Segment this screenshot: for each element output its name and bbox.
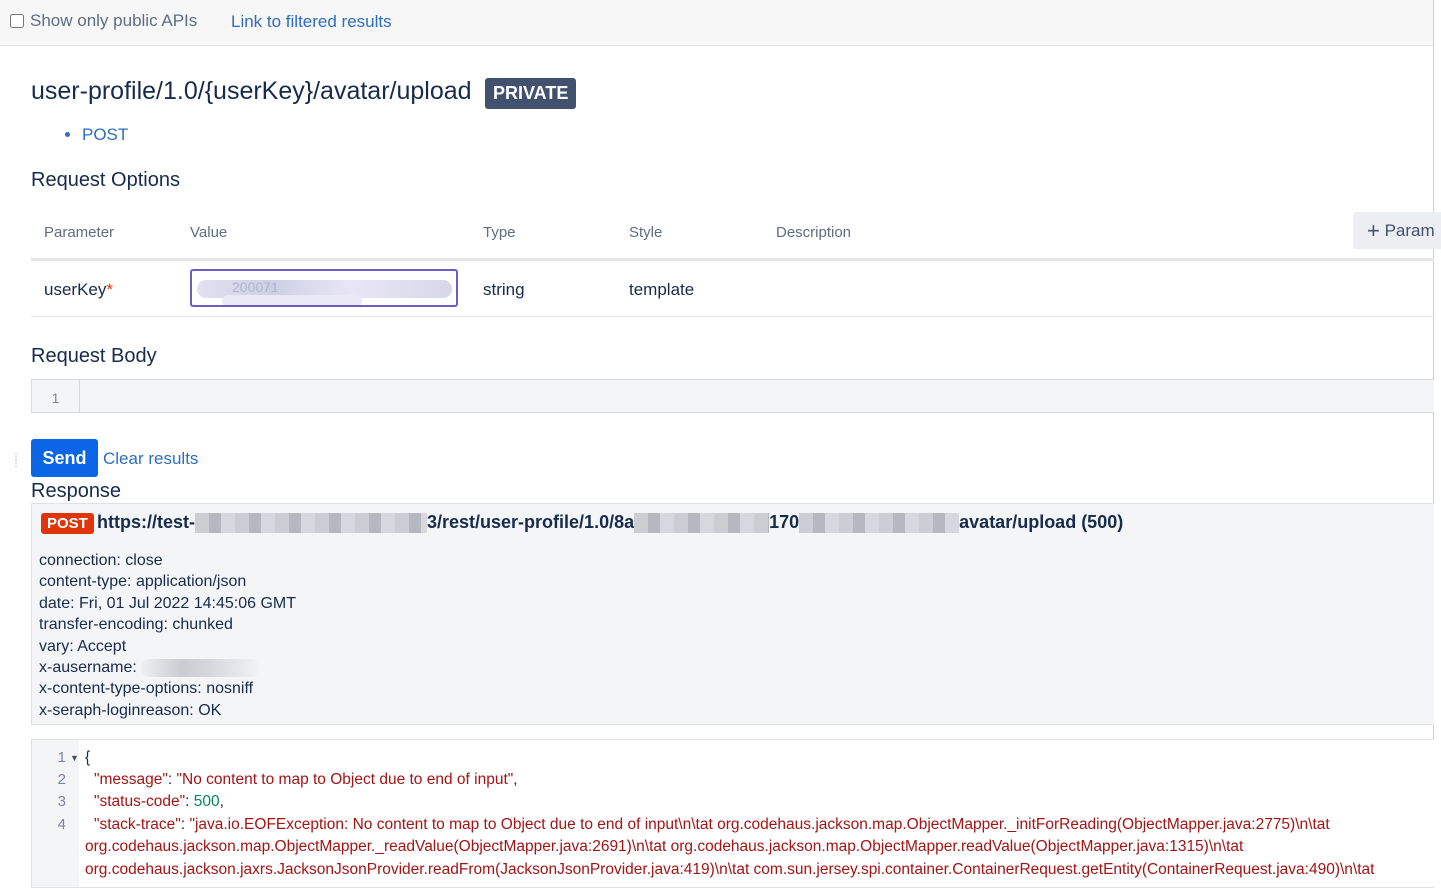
private-badge: PRIVATE [485,78,577,109]
public-apis-filter[interactable]: Show only public APIs [10,11,197,31]
redacted-segment [195,513,427,534]
col-type: Type [483,224,516,241]
add-param-button[interactable]: + Param [1353,212,1441,249]
code-line: org.codehaus.jackson.jaxrs.JacksonJsonPr… [85,861,1375,878]
header-line: content-type: application/json [39,573,247,591]
code-line: "message": "No content to map to Object … [94,771,518,788]
filter-bar: Show only public APIs Link to filtered r… [0,0,1434,46]
redacted-username [141,658,260,677]
method-badge: POST [41,513,94,534]
header-line: x-seraph-loginreason: OK [39,701,222,719]
table-row: userKey* 200071 string template [31,261,1434,317]
code-line: "stack-trace": "java.io.EOFException: No… [94,816,1330,833]
code-line: org.codehaus.jackson.map.ObjectMapper._r… [85,838,1244,855]
redacted-segment [799,513,960,534]
endpoint-path: user-profile/1.0/{userKey}/avatar/upload [31,77,472,105]
response-headers: connection: close content-type: applicat… [39,550,296,721]
header-line: x-ausername: [39,657,296,678]
userkey-value-text: 200071 [232,279,279,295]
param-name: userKey* [44,280,113,299]
param-type: string [483,280,525,299]
fold-arrow-icon[interactable]: ▼ [70,753,79,763]
response-url: https://test- 3/rest/user-profile/1.0/8a 1… [97,512,1124,534]
line-number: 1 [57,749,66,766]
col-parameter: Parameter [44,224,115,241]
header-line: vary: Accept [39,637,127,655]
response-summary: POST https://test- 3/rest/user-profile/1.… [31,503,1434,725]
filtered-results-link[interactable]: Link to filtered results [231,12,392,32]
param-style: template [629,280,695,299]
add-param-label: Param [1384,221,1435,240]
col-style: Style [629,224,663,241]
line-number: 1 [32,380,80,412]
public-apis-checkbox[interactable] [10,14,24,28]
header-line: transfer-encoding: chunked [39,616,233,634]
public-apis-label: Show only public APIs [30,11,198,30]
method-post-link[interactable]: POST [82,125,128,144]
plus-icon: + [1367,218,1380,243]
userkey-value-input[interactable]: 200071 [190,269,458,307]
request-options-heading: Request Options [31,169,180,191]
scrollbar[interactable] [1433,0,1441,888]
header-line: x-content-type-options: nosniff [39,680,254,698]
params-table-header: Parameter Value Type Style Description [31,218,1434,261]
required-mark: * [106,280,113,299]
code-line: { [85,749,91,766]
send-button[interactable]: Send [31,439,98,477]
code-line: "status-code": 500, [94,793,224,810]
method-item: POST [82,125,128,145]
col-value: Value [190,224,228,241]
line-gutter: 1 ▼ 2 3 4 [32,740,79,887]
method-list: POST [60,125,128,145]
header-line: connection: close [39,552,163,569]
line-number: 4 [57,816,66,833]
col-description: Description [776,224,852,241]
response-body-editor[interactable]: 1 ▼ 2 3 4 { "message": "No content to ma… [31,739,1434,888]
line-number: 3 [57,793,66,810]
request-body-heading: Request Body [31,345,157,367]
header-line: date: Fri, 01 Jul 2022 14:45:06 GMT [39,594,297,612]
line-number: 2 [57,771,66,788]
request-body-editor[interactable]: 1 [31,379,1434,413]
redacted-segment [634,513,770,534]
clear-results-link[interactable]: Clear results [103,449,198,469]
drag-handle-icon[interactable]: ⋮ ⋮ [11,453,21,475]
response-heading: Response [31,480,122,502]
